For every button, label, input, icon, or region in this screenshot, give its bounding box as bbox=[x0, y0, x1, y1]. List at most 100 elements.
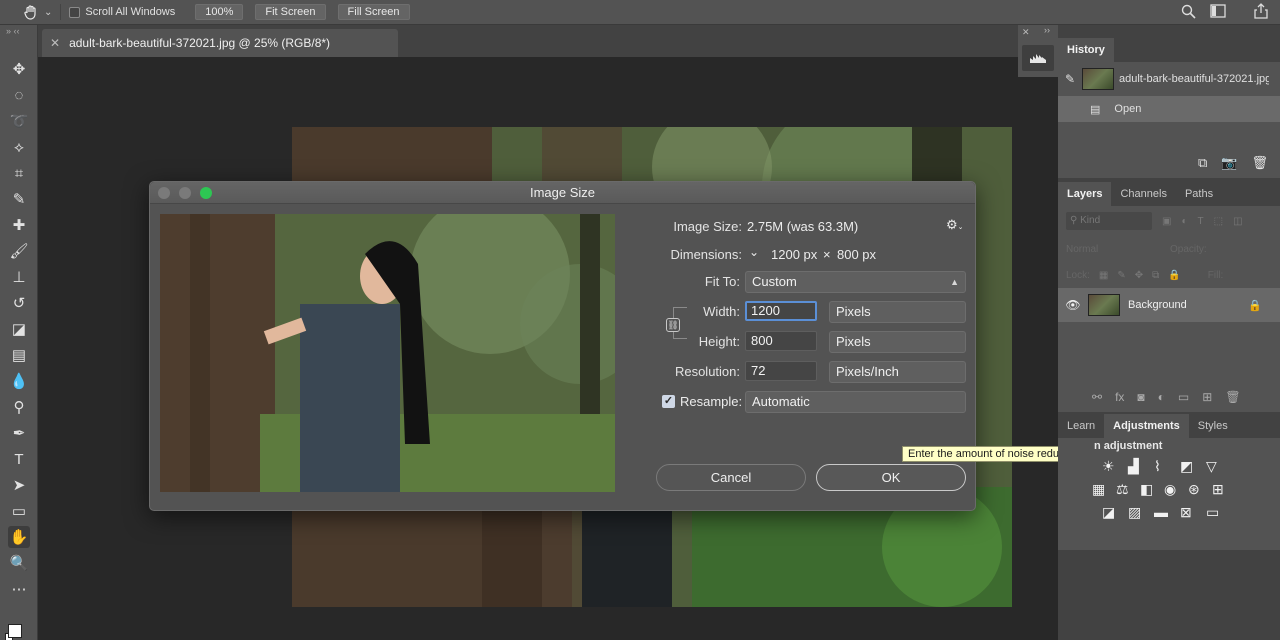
scroll-all-windows-checkbox[interactable]: Scroll All Windows bbox=[69, 6, 175, 18]
color-balance-icon[interactable]: ⚖ bbox=[1116, 481, 1140, 498]
move-tool-icon[interactable]: ✥ bbox=[8, 58, 30, 80]
hue-saturation-icon[interactable]: ▦ bbox=[1092, 481, 1116, 498]
history-brush-source-icon[interactable]: ✎ bbox=[1058, 72, 1082, 86]
exposure-icon[interactable]: ◩ bbox=[1180, 458, 1206, 475]
healing-brush-tool-icon[interactable]: ✚ bbox=[8, 214, 30, 236]
black-white-icon[interactable]: ◧ bbox=[1140, 481, 1164, 498]
visibility-eye-icon[interactable]: 👁 bbox=[1058, 298, 1088, 312]
close-tab-icon[interactable]: ✕ bbox=[50, 36, 60, 50]
invert-icon[interactable]: ◪ bbox=[1102, 504, 1128, 521]
tab-paths[interactable]: Paths bbox=[1176, 182, 1222, 206]
resolution-input[interactable]: 72 bbox=[745, 361, 817, 381]
selective-color-icon[interactable]: ⊠ bbox=[1180, 504, 1206, 521]
clone-stamp-tool-icon[interactable]: ⊥ bbox=[8, 266, 30, 288]
tab-styles[interactable]: Styles bbox=[1189, 414, 1237, 438]
zoom-window-button[interactable] bbox=[200, 187, 212, 199]
document-tab[interactable]: ✕ adult-bark-beautiful-372021.jpg @ 25% … bbox=[42, 29, 398, 57]
blend-mode-select[interactable]: Normal bbox=[1066, 244, 1170, 255]
brightness-contrast-icon[interactable]: ☀ bbox=[1102, 458, 1128, 475]
lock-all-icon[interactable]: 🔒 bbox=[1168, 270, 1180, 281]
height-input[interactable]: 800 bbox=[745, 331, 817, 351]
resample-select[interactable]: Automatic bbox=[745, 391, 966, 413]
ok-button[interactable]: OK bbox=[816, 464, 966, 491]
expand-panels-icon[interactable]: ›› bbox=[1044, 25, 1050, 35]
settings-gear-icon[interactable]: ⚙⌄ bbox=[946, 217, 964, 233]
levels-icon[interactable]: ▟ bbox=[1128, 458, 1154, 475]
add-mask-icon[interactable]: ◙ bbox=[1137, 390, 1144, 404]
type-tool-icon[interactable]: T bbox=[8, 448, 30, 470]
fill-screen-button[interactable]: Fill Screen bbox=[337, 4, 410, 20]
new-document-from-state-icon[interactable]: ⧉ bbox=[1198, 155, 1207, 171]
tool-preset-chevron-down-icon[interactable]: ⌄ bbox=[44, 7, 52, 18]
trash-icon[interactable]: 🗑 bbox=[1251, 155, 1268, 171]
fit-screen-button[interactable]: Fit Screen bbox=[255, 4, 326, 20]
resolution-unit-select[interactable]: Pixels/Inch bbox=[829, 361, 966, 383]
more-tools-icon[interactable]: ⋯ bbox=[8, 578, 30, 600]
tab-channels[interactable]: Channels bbox=[1111, 182, 1175, 206]
tools-collapse-icon[interactable]: » ‹‹ bbox=[0, 25, 37, 55]
posterize-icon[interactable]: ▨ bbox=[1128, 504, 1154, 521]
path-selection-tool-icon[interactable]: ➤ bbox=[8, 474, 30, 496]
history-brush-tool-icon[interactable]: ↺ bbox=[8, 292, 30, 314]
width-input[interactable]: 1200 bbox=[745, 301, 817, 321]
tab-adjustments[interactable]: Adjustments bbox=[1104, 414, 1189, 438]
eraser-tool-icon[interactable]: ◪ bbox=[8, 318, 30, 340]
width-unit-select[interactable]: Pixels bbox=[829, 301, 966, 323]
dimensions-chevron-down-icon[interactable]: ⌄ bbox=[749, 245, 759, 259]
kind-filter-select[interactable]: ⚲ Kind bbox=[1066, 212, 1152, 230]
hand-tool-active-icon[interactable]: ✋ bbox=[8, 526, 30, 548]
filter-pixel-icon[interactable]: ▣ bbox=[1162, 216, 1171, 227]
vibrance-icon[interactable]: ▽ bbox=[1206, 458, 1232, 475]
height-unit-select[interactable]: Pixels bbox=[829, 331, 966, 353]
lasso-tool-icon[interactable]: ➰ bbox=[8, 110, 30, 132]
eyedropper-tool-icon[interactable]: ✎ bbox=[8, 188, 30, 210]
curves-icon[interactable]: ⌇ bbox=[1154, 458, 1180, 475]
filter-shape-icon[interactable]: ⬚ bbox=[1214, 216, 1223, 227]
blur-tool-icon[interactable]: 💧 bbox=[8, 370, 30, 392]
filter-adjustment-icon[interactable]: ◐ bbox=[1181, 216, 1187, 227]
channel-mixer-icon[interactable]: ⊛ bbox=[1188, 481, 1212, 498]
layer-style-fx-icon[interactable]: fx bbox=[1115, 390, 1124, 404]
rectangle-tool-icon[interactable]: ▭ bbox=[8, 500, 30, 522]
close-window-button[interactable] bbox=[158, 187, 170, 199]
lock-image-icon[interactable]: ✎ bbox=[1117, 270, 1125, 281]
search-icon[interactable] bbox=[1181, 4, 1196, 22]
tab-history[interactable]: History bbox=[1058, 38, 1114, 62]
lock-artboard-icon[interactable]: ⧉ bbox=[1152, 270, 1159, 281]
minimize-window-button[interactable] bbox=[179, 187, 191, 199]
share-icon[interactable] bbox=[1254, 3, 1268, 22]
brush-tool-icon[interactable]: 🖌 bbox=[8, 240, 30, 262]
filter-smart-object-icon[interactable]: ◫ bbox=[1233, 216, 1242, 227]
camera-icon[interactable]: 📷 bbox=[1221, 155, 1237, 171]
resample-checkbox[interactable]: ✓ bbox=[662, 395, 675, 408]
quick-selection-tool-icon[interactable]: ⟡ bbox=[8, 136, 30, 158]
new-adjustment-layer-icon[interactable]: ◐ bbox=[1158, 390, 1165, 404]
filter-type-icon[interactable]: T bbox=[1198, 216, 1204, 227]
crop-tool-icon[interactable]: ⌗ bbox=[8, 162, 30, 184]
fit-to-select[interactable]: Custom ▲ bbox=[745, 271, 966, 293]
threshold-icon[interactable]: ▬ bbox=[1154, 504, 1180, 521]
color-lookup-icon[interactable]: ⊞ bbox=[1212, 481, 1236, 498]
gradient-map-icon[interactable]: ▭ bbox=[1206, 504, 1232, 521]
constrain-proportions-link-icon[interactable]: ⛓ bbox=[666, 318, 680, 332]
lock-transparent-icon[interactable]: ▦ bbox=[1099, 270, 1108, 281]
zoom-100-button[interactable]: 100% bbox=[195, 4, 244, 20]
layer-row[interactable]: 👁 Background 🔒 bbox=[1058, 288, 1280, 322]
new-layer-icon[interactable]: ⊞ bbox=[1202, 390, 1212, 404]
gradient-tool-icon[interactable]: ▤ bbox=[8, 344, 30, 366]
link-layers-icon[interactable]: ⚯ bbox=[1092, 390, 1102, 404]
zoom-tool-icon[interactable]: 🔍 bbox=[8, 552, 30, 574]
cancel-button[interactable]: Cancel bbox=[656, 464, 806, 491]
foreground-color-swatch[interactable] bbox=[8, 624, 22, 638]
history-panel-icon[interactable] bbox=[1022, 45, 1054, 71]
history-step[interactable]: ▤ Open bbox=[1058, 96, 1280, 122]
tab-layers[interactable]: Layers bbox=[1058, 182, 1112, 206]
photo-filter-icon[interactable]: ◉ bbox=[1164, 481, 1188, 498]
pen-tool-icon[interactable]: ✒ bbox=[8, 422, 30, 444]
marquee-tool-icon[interactable]: ◌ bbox=[8, 84, 30, 106]
workspace-icon[interactable] bbox=[1210, 4, 1226, 21]
tab-learn[interactable]: Learn bbox=[1058, 414, 1104, 438]
dodge-tool-icon[interactable]: ⚲ bbox=[8, 396, 30, 418]
close-panel-icon[interactable]: ✕ bbox=[1022, 27, 1030, 38]
image-preview[interactable] bbox=[160, 214, 615, 492]
